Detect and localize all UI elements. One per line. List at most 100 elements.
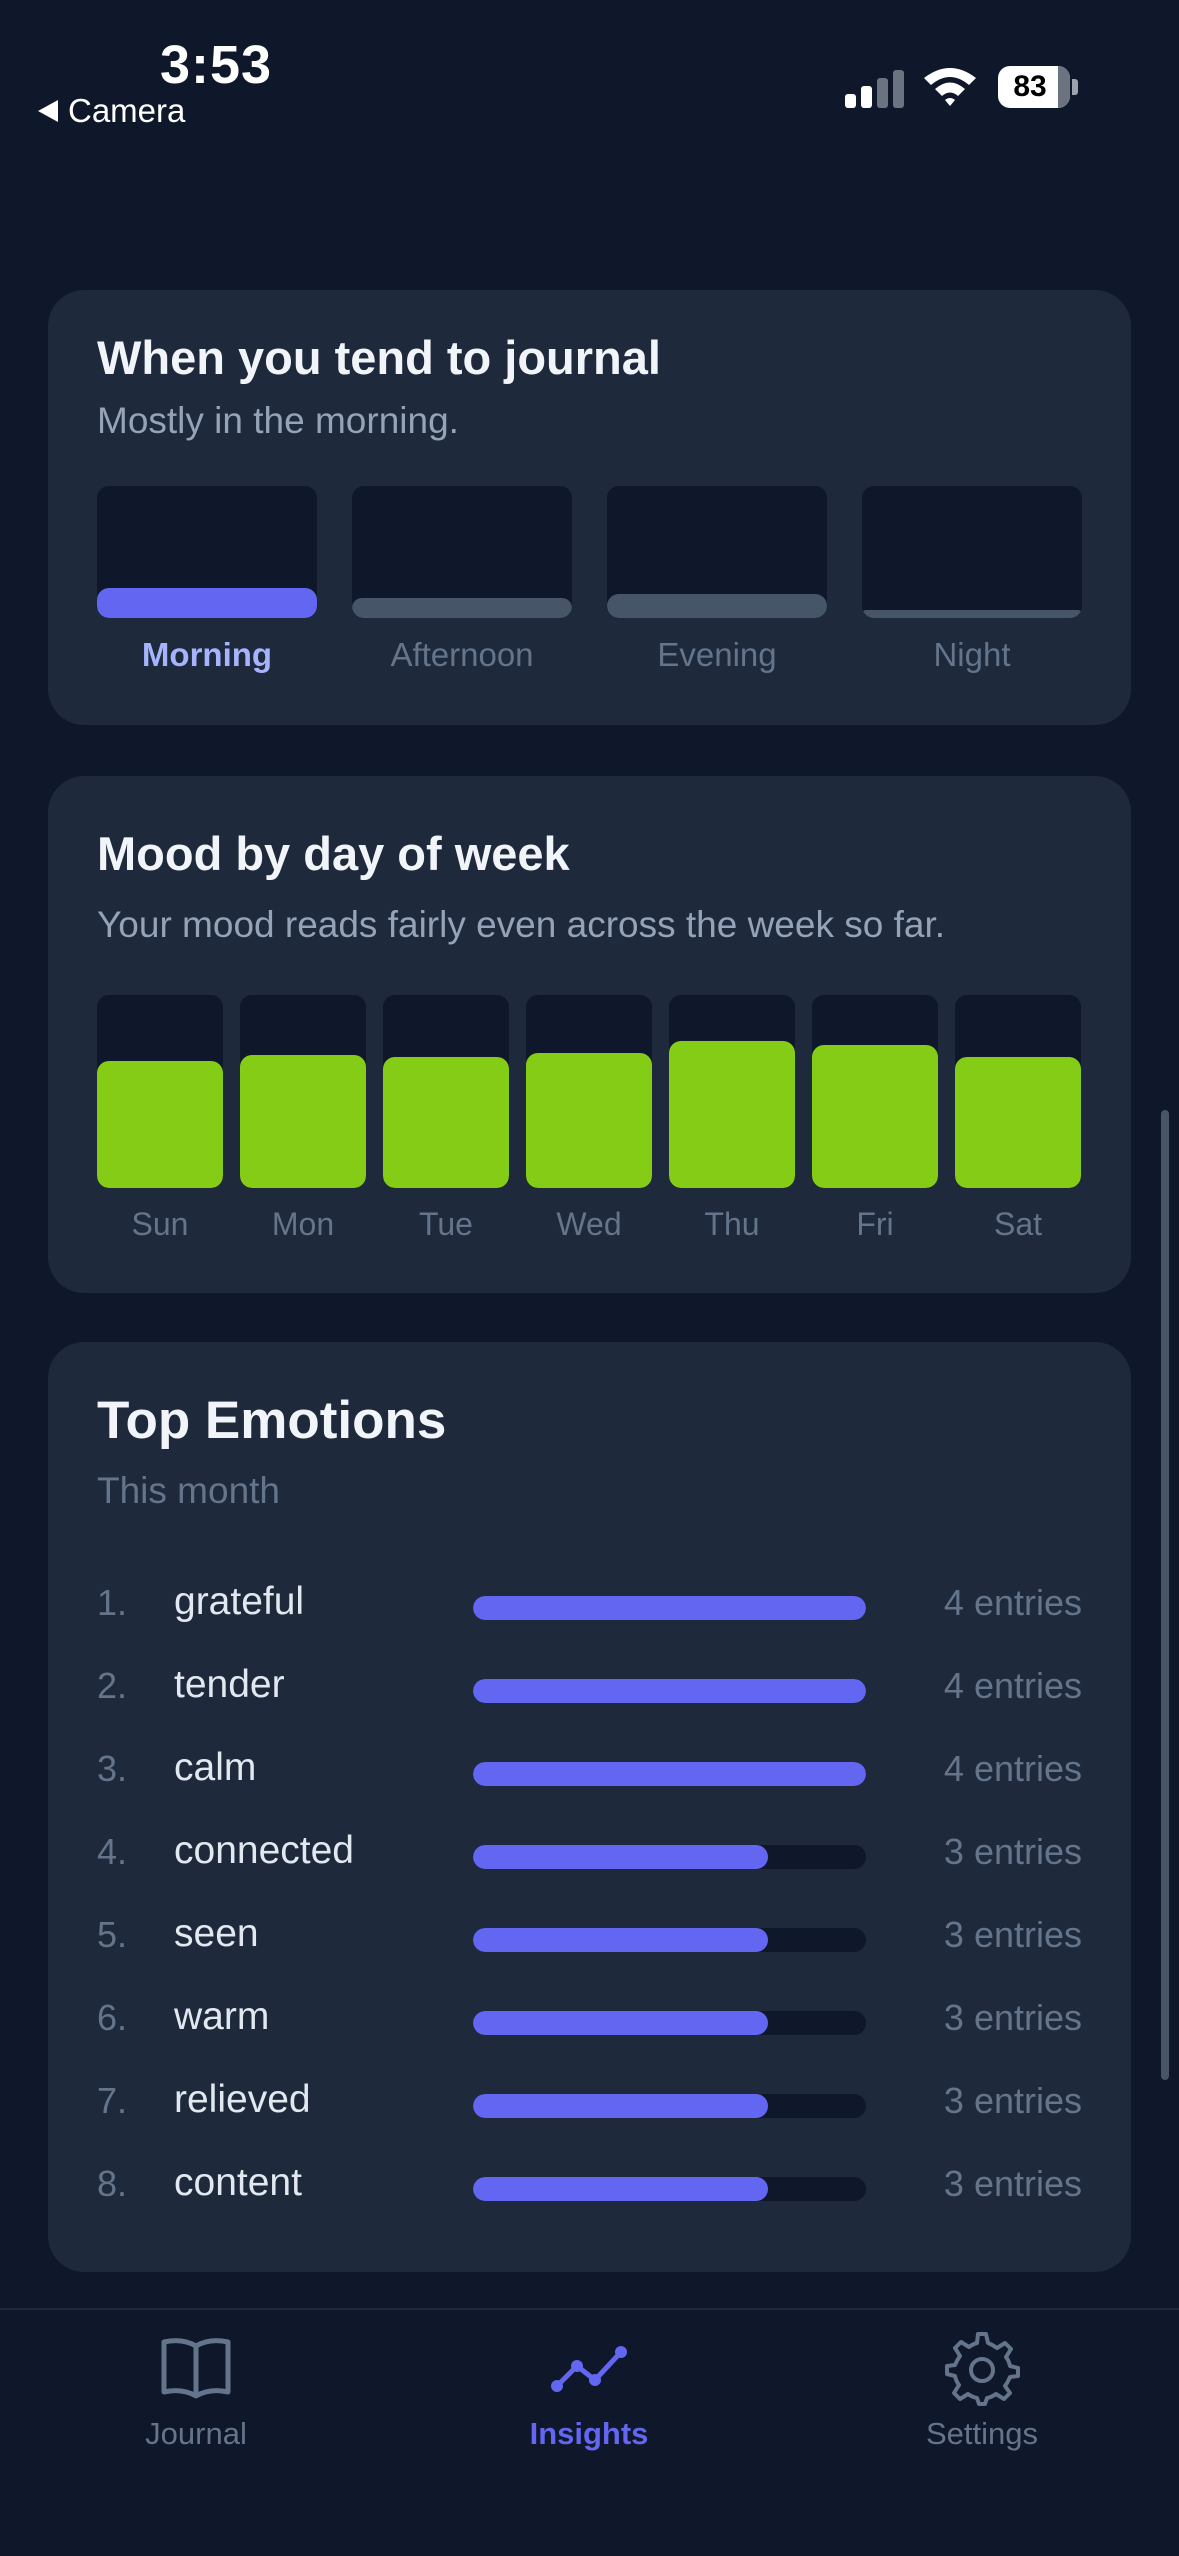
emotion-row: 8. content 3 entries	[97, 2155, 1082, 2215]
emotion-rank: 6.	[97, 1997, 128, 2038]
emotion-bar	[473, 1845, 768, 1869]
back-arrow-icon	[38, 100, 58, 122]
tab-settings[interactable]: Settings	[852, 2330, 1112, 2480]
time-slot-label: Afternoon	[390, 636, 534, 673]
day-track	[955, 995, 1081, 1188]
emotion-name: seen	[174, 1912, 259, 1955]
day-mood-bar	[240, 1054, 366, 1188]
day-label: Thu	[704, 1206, 760, 1242]
emotion-name: calm	[174, 1746, 257, 1789]
emotion-row: 4. connected 3 entries	[97, 1823, 1082, 1883]
emotion-bar-track	[473, 1596, 866, 1620]
emotion-name: warm	[174, 1995, 270, 2038]
emotion-bar-track	[473, 1928, 866, 1952]
day-mood-bar	[526, 1052, 652, 1188]
emotion-bar	[473, 1928, 768, 1952]
time-slot-night: Night	[862, 486, 1082, 674]
emotion-bar-track	[473, 1762, 866, 1786]
emotion-rank: 4.	[97, 1831, 128, 1872]
tab-label: Settings	[925, 2416, 1038, 2451]
emotion-count: 4 entries	[943, 1748, 1082, 1789]
emotion-bar-track	[473, 1845, 866, 1869]
day-mood-bar	[669, 1041, 795, 1188]
day-track	[240, 995, 366, 1188]
emotion-bar-track	[473, 2011, 866, 2035]
day-mood-bar	[97, 1060, 223, 1188]
gear-icon	[945, 2332, 1020, 2406]
tab-journal[interactable]: Journal	[66, 2330, 326, 2480]
emotion-name: relieved	[174, 2078, 311, 2121]
emotion-bar	[473, 1596, 866, 1620]
day-track	[383, 995, 509, 1188]
emotion-count: 4 entries	[943, 1582, 1082, 1623]
time-slot-bar	[607, 594, 827, 618]
day-label: Mon	[271, 1206, 335, 1242]
tab-insights[interactable]: Insights	[459, 2330, 719, 2480]
emotion-row: 5. seen 3 entries	[97, 1906, 1082, 1966]
emotion-rank: 7.	[97, 2080, 128, 2121]
emotion-rank: 8.	[97, 2163, 128, 2204]
back-app-label: Camera	[68, 92, 186, 129]
emotion-count: 4 entries	[943, 1665, 1082, 1706]
status-bar: 3:53 Camera 83	[0, 0, 1179, 150]
emotion-name: tender	[174, 1663, 285, 1706]
day-track	[669, 995, 795, 1188]
day-column-sun: Sun	[97, 995, 223, 1243]
time-slot-bar	[97, 587, 317, 618]
day-mood-bar	[383, 1056, 509, 1188]
emotion-bar-track	[473, 1679, 866, 1703]
emotion-row: 1. grateful 4 entries	[97, 1574, 1082, 1634]
time-slot-track	[607, 486, 827, 618]
time-of-day-card: When you tend to journal Mostly in the m…	[48, 290, 1131, 725]
card-title: Mood by day of week	[97, 827, 570, 880]
emotion-count: 3 entries	[943, 2163, 1082, 2204]
emotion-rank: 1.	[97, 1582, 128, 1623]
day-label: Sun	[131, 1206, 189, 1242]
emotion-name: grateful	[174, 1580, 305, 1623]
emotion-count: 3 entries	[943, 1831, 1082, 1872]
day-mood-bar	[955, 1056, 1081, 1188]
emotion-row: 3. calm 4 entries	[97, 1740, 1082, 1800]
day-column-fri: Fri	[812, 995, 938, 1243]
emotion-rank: 3.	[97, 1748, 128, 1789]
trend-line-icon	[551, 2346, 627, 2392]
card-subtitle: Mostly in the morning.	[97, 400, 459, 441]
day-column-mon: Mon	[240, 995, 366, 1243]
time-slot-bar	[862, 610, 1082, 618]
time-slot-afternoon: Afternoon	[352, 486, 572, 674]
emotion-bar	[473, 1762, 866, 1786]
card-subtitle: This month	[97, 1470, 281, 1511]
emotion-row: 7. relieved 3 entries	[97, 2072, 1082, 2132]
emotion-row: 6. warm 3 entries	[97, 1989, 1082, 2049]
time-slot-morning: Morning	[97, 486, 317, 674]
day-label: Wed	[556, 1206, 622, 1242]
time-slot-bar	[352, 598, 572, 618]
tab-label: Insights	[529, 2416, 649, 2451]
day-column-wed: Wed	[526, 995, 652, 1243]
back-to-app-link[interactable]: Camera	[38, 92, 185, 130]
time-slot-label: Evening	[657, 636, 777, 673]
mood-by-day-card: Mood by day of week Your mood reads fair…	[48, 776, 1131, 1293]
emotion-count: 3 entries	[943, 1997, 1082, 2038]
emotion-bar	[473, 1679, 866, 1703]
time-slot-track	[352, 486, 572, 618]
day-track	[97, 995, 223, 1188]
emotion-bar-track	[473, 2177, 866, 2201]
card-title: Top Emotions	[97, 1391, 447, 1450]
time-slot-track	[97, 486, 317, 618]
day-label: Sat	[993, 1206, 1043, 1242]
card-title: When you tend to journal	[97, 331, 661, 384]
time-slot-track	[862, 486, 1082, 618]
day-track	[526, 995, 652, 1188]
emotion-bar	[473, 2094, 768, 2118]
day-track	[812, 995, 938, 1188]
emotion-row: 2. tender 4 entries	[97, 1657, 1082, 1717]
emotion-rank: 5.	[97, 1914, 128, 1955]
day-mood-bar	[812, 1045, 938, 1188]
wifi-icon	[924, 68, 976, 106]
time-slot-label: Morning	[141, 636, 273, 673]
top-emotions-card: Top Emotions This month 1. grateful 4 en…	[48, 1342, 1131, 2272]
vertical-scrollbar[interactable]	[1161, 1110, 1169, 2080]
battery-indicator: 83	[998, 66, 1078, 108]
day-label: Tue	[419, 1206, 473, 1242]
